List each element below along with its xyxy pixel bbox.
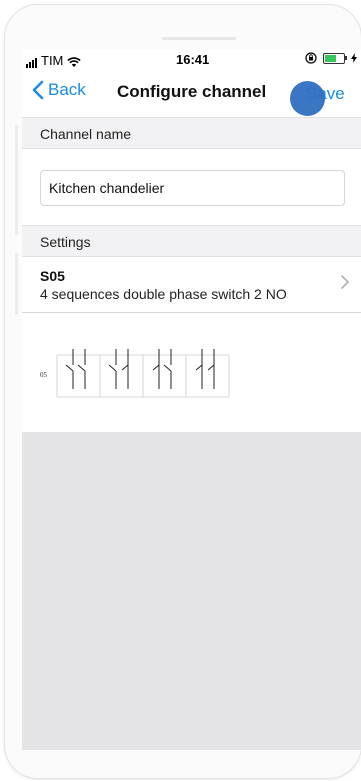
- settings-row-mode[interactable]: S05 4 sequences double phase switch 2 NO: [22, 257, 361, 313]
- chevron-left-icon: [32, 80, 44, 100]
- settings-code: S05: [40, 268, 65, 284]
- page-title: Configure channel: [117, 82, 267, 101]
- section-header-settings: Settings: [22, 225, 361, 257]
- chevron-right-icon: [341, 275, 349, 289]
- back-label: Back: [48, 80, 86, 99]
- channel-name-input[interactable]: Kitchen chandelier: [40, 170, 345, 206]
- status-right: [305, 52, 357, 64]
- side-button: [15, 125, 18, 235]
- touch-indicator: [290, 81, 325, 116]
- switch-sequence-diagram: 05: [40, 339, 240, 409]
- wifi-icon: [67, 57, 82, 67]
- settings-description: 4 sequences double phase switch 2 NO: [40, 286, 287, 302]
- side-button: [15, 253, 18, 315]
- charging-icon: [351, 53, 357, 63]
- speaker-grille: [162, 37, 236, 40]
- empty-content-area: [22, 432, 361, 750]
- section-header-channel-name: Channel name: [22, 117, 361, 149]
- battery-icon: [323, 52, 347, 64]
- switch-diagram-graphic: [56, 349, 230, 398]
- battery-level: [325, 54, 336, 62]
- app-screen: TIM 16:41 Back Configure channel Save Ch…: [22, 49, 361, 750]
- status-bar: TIM 16:41: [22, 49, 361, 71]
- carrier-name: TIM: [41, 53, 64, 68]
- status-time: 16:41: [176, 52, 210, 67]
- orientation-lock-icon: [305, 52, 317, 64]
- diagram-index: 05: [40, 371, 47, 379]
- signal-bars-icon: [26, 57, 37, 68]
- back-button[interactable]: Back: [32, 80, 86, 100]
- carrier-info: TIM: [26, 53, 82, 68]
